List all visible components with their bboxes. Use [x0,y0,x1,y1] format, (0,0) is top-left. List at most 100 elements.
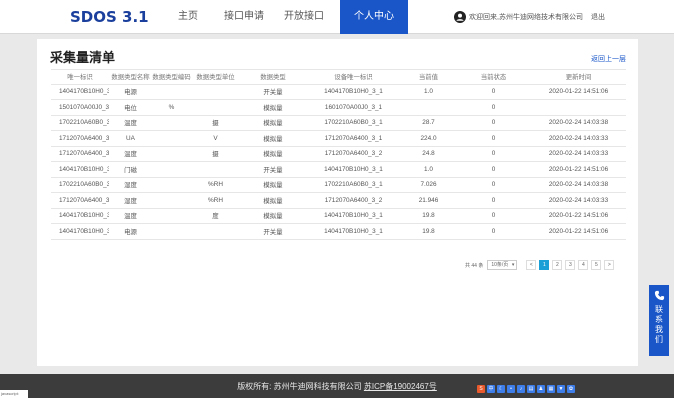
table-cell: 模拟量 [263,151,283,159]
page-button-2[interactable]: 2 [552,260,563,270]
table-cell: 摄 [212,120,219,128]
table-row: 1702210A60B0_3_1_0_1 温度 摄 模拟量 1702210A60B0_3… [51,116,626,131]
back-link[interactable]: 返回上一层 [591,54,626,64]
table-cell: 1404170B10H0_3_1 [324,165,383,173]
toolbar-logo-icon[interactable]: S [477,385,485,393]
table-row: 1712070A6400_3_2_0_1 温度 摄 模拟量 1712070A6400_3… [51,147,626,162]
app-logo[interactable]: SDOS 3.1 [70,8,149,26]
toolbar-dot-icon[interactable]: • [507,385,515,393]
table-cell: 1.0 [424,165,433,173]
toolbar-keyboard-icon[interactable]: ▤ [527,385,535,393]
table-cell: 2020-02-24 14:03:33 [548,150,609,158]
col-header: 当前状态 [480,74,507,82]
table-cell: 0 [491,88,496,96]
toolbar-user-icon[interactable]: ♟ [537,385,545,393]
table-cell: 1404170B10H0_3_1 [324,212,383,220]
footer: 版权所有: 苏州牛迪网科技有限公司 苏ICP备19002467号 S 中 ☾ •… [0,374,674,398]
table-cell: 湿度 [124,182,137,190]
toolbar-lang-icon[interactable]: 中 [487,385,495,393]
toolbar-gear-icon[interactable]: ✿ [567,385,575,393]
table-cell: 1404170B10H0_3_1 [324,227,383,235]
table-cell: 0 [491,227,496,235]
table-cell: 温度 [124,120,137,128]
table-cell: 2020-01-22 14:51:06 [548,165,609,173]
table-cell: 0 [491,165,496,173]
contact-us-button[interactable]: 联系我们 [649,285,669,356]
table-row: 1404170B10H0_3_1_1_1 电源 开关量 1404170B10H0_3_… [51,85,626,100]
page-title: 采集量清单 [50,50,116,65]
copyright-text: 版权所有: 苏州牛迪网科技有限公司 [237,382,362,391]
table-cell: 模拟量 [263,213,283,221]
table-cell: 19.8 [422,212,435,220]
icp-link[interactable]: 苏ICP备19002467号 [364,382,437,391]
col-header: 唯一标识 [67,74,93,82]
table-cell: 2020-01-22 14:51:06 [548,88,609,96]
welcome-text: 欢迎回来,苏州牛迪网络技术有限公司 [469,14,583,21]
table-cell: 2020-02-24 14:03:38 [548,119,609,127]
logout-link[interactable]: 退出 [591,12,605,22]
table-cell: 0 [491,196,496,204]
page-button-4[interactable]: 4 [578,260,589,270]
table-row: 1501070A00J0_3_1_0_1 电位% 模拟量 1601070A00J0_3… [51,100,626,116]
col-header: 数据类型编码 [152,74,191,82]
table-row: 1712070A6400_3_2_0_2 湿度 %RH 模拟量 1712070A6400… [51,193,626,209]
table-cell: 1702210A60B0_3_1 [324,119,383,127]
table-cell: 0 [491,212,496,220]
table-row: 1712070A6400_3_1_0_1 UA V 模拟量 1712070A6400_3… [51,131,626,147]
toolbar-moon-icon[interactable]: ☾ [497,385,505,393]
user-area: 欢迎回来,苏州牛迪网络技术有限公司 退出 [454,10,605,24]
table-cell: 开关量 [263,228,283,236]
table-row: 1404170B10H0_3_1_1_3 电源 开关量 1404170B10H0_3_… [51,224,626,240]
table-cell: 1404170B10H0_3_1_0_3 [59,212,109,220]
table-cell: 1712070A6400_3_2 [324,150,383,158]
next-page-button[interactable]: > [604,260,615,270]
table-cell: 19.8 [422,227,435,235]
table-cell: 2020-02-24 14:03:33 [548,134,609,142]
page-button-1[interactable]: 1 [539,260,550,270]
top-header: SDOS 3.1 主页 接口申请 开放接口 个人中心 欢迎回来,苏州牛迪网络技术… [0,0,674,34]
pagination-total: 共 44 条 [465,262,484,269]
page-size-select[interactable]: 10条/页 [487,260,518,270]
table-row: 1404170B10H0_3_1_0_3 温度 度 模拟量 1404170B10H0_3… [51,209,626,224]
table-cell: 温度 [124,151,137,159]
prev-page-button[interactable]: < [526,260,537,270]
phone-icon [654,290,664,301]
table-cell: 1712070A6400_3_2_0_2 [59,196,109,204]
nav-home[interactable]: 主页 [166,0,210,34]
table-cell: 模拟量 [263,197,283,205]
table-cell: 24.8 [422,150,435,158]
table-cell: 1702210A60B0_3_1_0_1 [59,119,109,127]
table-cell: 摄 [212,151,219,159]
table-cell: 模拟量 [263,135,283,143]
table-cell: 7.026 [420,181,437,189]
user-avatar-icon [454,11,466,23]
table-cell: 度 [212,213,219,221]
nav-open-interface[interactable]: 开放接口 [279,0,329,34]
toolbar-skin-icon[interactable]: ▦ [547,385,555,393]
table-row: 1702210A60B0_3_1_0_2 湿度 %RH 模拟量 1702210A60B0… [51,178,626,193]
main-card: 采集量清单 返回上一层 唯一标识 数据类型名称 数据类型编码 数据类型单位 数据… [37,39,638,366]
page-button-5[interactable]: 5 [591,260,602,270]
table-cell: 湿度 [124,197,137,205]
table-cell: 温度 [124,213,137,221]
table-cell: 开关量 [263,89,283,97]
nav-personal-center[interactable]: 个人中心 [340,0,408,34]
table-cell: 模拟量 [263,182,283,190]
col-header: 当前值 [418,74,439,82]
table-cell: 模拟量 [263,120,283,128]
toolbar-shirt-icon[interactable]: ▼ [557,385,565,393]
page-button-3[interactable]: 3 [565,260,576,270]
status-badge: javascript: [0,390,28,398]
table-cell: % [168,103,175,111]
table-cell: 0 [491,134,496,142]
col-header: 设备唯一标识 [334,74,373,82]
table-cell: 电源 [124,89,137,97]
table-cell: 1.0 [424,88,433,96]
table-cell: 1404170B10H0_3_1 [324,88,383,96]
accessibility-toolbar: S 中 ☾ • ♪ ▤ ♟ ▦ ▼ ✿ [477,385,575,393]
toolbar-mic-icon[interactable]: ♪ [517,385,525,393]
table-cell: 电源 [124,228,137,236]
nav-interface-apply[interactable]: 接口申请 [219,0,269,34]
table-cell: 1601070A00J0_3_1 [324,103,383,111]
table-cell: 0 [491,119,496,127]
